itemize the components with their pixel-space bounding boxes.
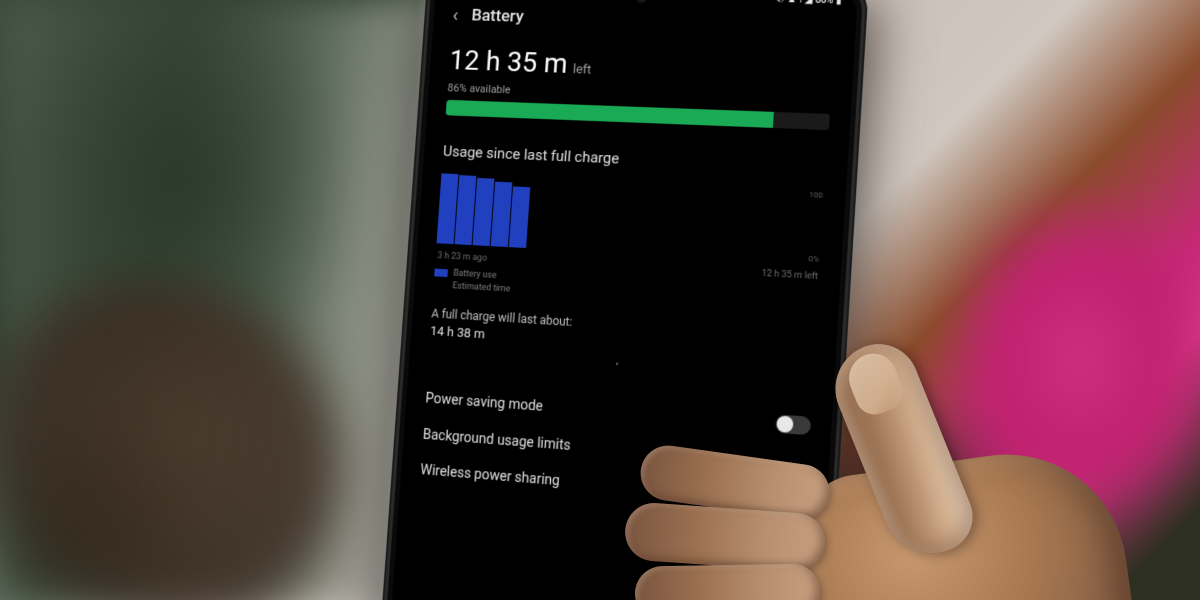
- smartphone: 1:49 ✆ ▲ ⁞ ◢ 86% ▮ ‹ Battery 12 h 35 m: [379, 0, 869, 600]
- background-limits-label: Background usage limits: [422, 427, 571, 454]
- battery-percent: 86%: [815, 0, 833, 6]
- phone-screen: 1:49 ✆ ▲ ⁞ ◢ 86% ▮ ‹ Battery 12 h 35 m: [389, 0, 858, 600]
- power-saving-label: Power saving mode: [425, 390, 543, 414]
- status-icons: ✆ ▲ ⁞ ◢ 86% ▮: [776, 0, 842, 6]
- time-remaining: 12 h 35 m left: [448, 44, 833, 89]
- photo-scene: 1:49 ✆ ▲ ⁞ ◢ 86% ▮ ‹ Battery 12 h 35 m: [0, 0, 1200, 600]
- time-remaining-suffix: left: [572, 62, 591, 77]
- chart-bar: [509, 186, 531, 248]
- battery-settings-page: ‹ Battery 12 h 35 m left 86% available U…: [400, 0, 857, 521]
- wifi-icon: ▲: [787, 0, 797, 5]
- vibrate-icon: ✆: [776, 0, 785, 5]
- signal-icon: ◢: [805, 0, 813, 6]
- legend-text: Battery use Estimated time: [452, 268, 511, 296]
- time-remaining-value: 12 h 35 m: [448, 44, 568, 80]
- chart-axis-max: 100: [809, 190, 823, 200]
- usage-section-title: Usage since last full charge: [442, 142, 827, 176]
- page-title: Battery: [471, 6, 524, 27]
- chart-axis-min: 0%: [808, 254, 819, 264]
- chart-bars: [437, 173, 532, 248]
- power-saving-toggle[interactable]: [775, 414, 811, 435]
- toggle-knob: [776, 415, 793, 433]
- wireless-share-label: Wireless power sharing: [420, 462, 561, 489]
- usage-chart[interactable]: 3 h 23 m ago 100 0% 12 h 35 m left: [435, 173, 825, 282]
- volte-icon: ⁞: [799, 0, 802, 5]
- legend-line2: Estimated time: [452, 280, 511, 296]
- legend-swatch: [434, 269, 448, 278]
- page-header: ‹ Battery: [452, 3, 836, 37]
- chart-time-left: 12 h 35 m left: [761, 269, 818, 282]
- back-icon[interactable]: ‹: [452, 3, 459, 26]
- chart-time-ago: 3 h 23 m ago: [437, 251, 487, 263]
- battery-icon: ▮: [836, 0, 842, 6]
